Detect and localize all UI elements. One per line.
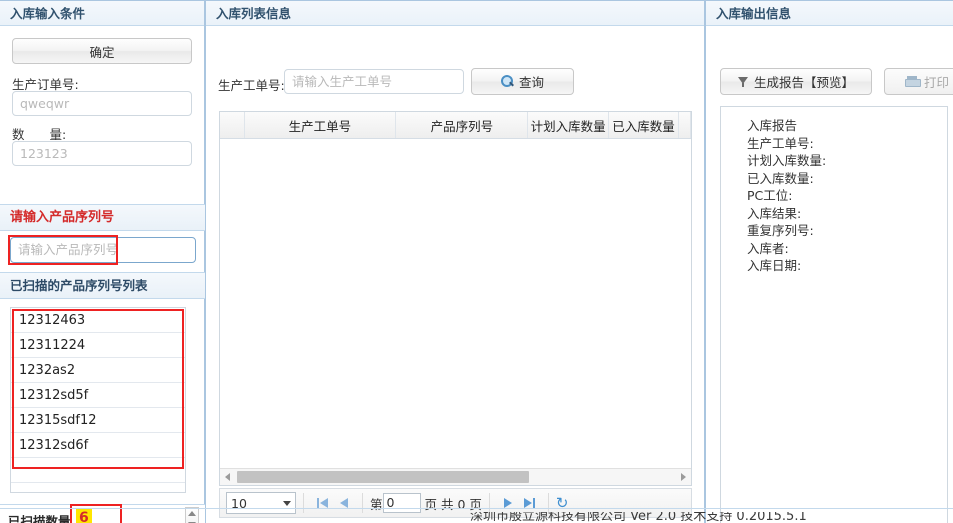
inbound-data-grid: 生产工单号 产品序列号 计划入库数量 已入库数量 xyxy=(219,111,692,486)
list-item[interactable]: 12311224 xyxy=(11,333,185,358)
list-item[interactable]: 12312463 xyxy=(11,308,185,333)
grid-column-header[interactable]: 计划入库数量 xyxy=(528,112,609,138)
grid-body[interactable] xyxy=(220,139,691,461)
spinner-up-icon[interactable] xyxy=(188,511,196,516)
report-line: 生产工单号: xyxy=(747,135,814,151)
scanned-count-label: 已扫描数量 xyxy=(8,514,71,523)
grid-column-header[interactable] xyxy=(220,112,245,138)
footer-text-inner: 深圳市殷立源科技有限公司 Ver 2.0 技术支持 0.2015.5.1 xyxy=(470,512,807,523)
query-button-label: 查询 xyxy=(518,75,544,90)
pager-divider-3 xyxy=(488,493,490,513)
funnel-icon xyxy=(737,76,749,87)
generate-report-label: 生成报告【预览】 xyxy=(753,75,854,90)
panel-inbound-input-conditions: 入库输入条件 确定 生产订单号: qweqwr 数 量: 123123 请输入产… xyxy=(0,0,205,523)
report-line: 计划入库数量: xyxy=(747,153,827,168)
prev-page-button[interactable] xyxy=(333,492,355,514)
pager-divider-2 xyxy=(362,493,363,513)
next-page-button[interactable] xyxy=(497,492,519,514)
last-page-button[interactable] xyxy=(519,492,541,514)
generate-report-button[interactable]: 生成报告【预览】 xyxy=(720,68,872,95)
panel-inbound-list-info: 入库列表信息 生产工单号: 请输入生产工单号 查询 生产工单号 产品序列号 计划入库… xyxy=(205,0,705,523)
pager-divider-1 xyxy=(303,493,304,513)
scanned-serial-list[interactable]: 12312463 12311224 1232as2 12312sd5f 12315sdf… xyxy=(10,307,186,493)
report-line: 重复序列号: xyxy=(747,223,814,238)
grid-column-header[interactable]: 产品序列号 xyxy=(396,112,529,138)
list-item[interactable]: 1232as2 xyxy=(11,358,185,383)
report-line: 入库日期: xyxy=(747,258,802,273)
first-page-button[interactable] xyxy=(311,492,333,514)
production-order-input[interactable]: qweqwr xyxy=(12,91,192,116)
query-button[interactable]: 查询 xyxy=(471,68,574,95)
grid-horizontal-scrollbar[interactable] xyxy=(220,468,691,485)
page-prefix-label: 第 xyxy=(370,496,383,512)
list-item[interactable]: 12312sd6f xyxy=(11,433,185,458)
left-panel-title: 入库输入条件 xyxy=(0,0,204,26)
scanned-list-header: 已扫描的产品序列号列表 xyxy=(0,272,205,299)
scroll-right-icon[interactable] xyxy=(676,470,691,485)
work-order-search-label: 生产工单号: xyxy=(218,78,285,93)
report-line: PC工位: xyxy=(747,188,793,203)
scroll-left-icon[interactable] xyxy=(220,470,235,485)
grid-column-header[interactable]: 已入库数量 xyxy=(609,112,680,138)
scanned-count-bar: 已扫描数量 6 xyxy=(0,504,205,523)
count-spinner[interactable] xyxy=(185,507,199,523)
report-line: 已入库数量: xyxy=(747,170,814,186)
confirm-button[interactable]: 确定 xyxy=(12,38,192,64)
quantity-input[interactable]: 123123 xyxy=(12,141,192,166)
page-divider xyxy=(0,508,953,509)
printer-icon xyxy=(904,76,921,87)
serial-prompt-header: 请输入产品序列号 xyxy=(0,204,205,231)
mid-panel-title: 入库列表信息 xyxy=(206,0,704,26)
scanned-count-value: 6 xyxy=(76,509,92,523)
report-line: 入库者: xyxy=(747,240,789,256)
right-panel-title: 入库输出信息 xyxy=(706,0,953,26)
report-text-area[interactable]: 入库报告生产工单号: 计划入库数量: 已入库数量: PC工位: 入库结果: 重复序列号: 入… xyxy=(720,106,948,523)
serial-input-wrapper: 请输入产品序列号 xyxy=(10,237,196,263)
report-line: 入库报告 xyxy=(747,118,798,133)
grid-column-header[interactable] xyxy=(679,112,691,138)
grid-column-header[interactable]: 生产工单号 xyxy=(245,112,397,138)
page-suffix-label: 页 共 0 页 xyxy=(424,496,482,512)
chevron-down-icon xyxy=(283,500,291,506)
page-size-select[interactable]: 10 xyxy=(226,492,296,514)
print-button[interactable]: 打印 xyxy=(884,68,953,95)
pager-divider-4 xyxy=(547,493,549,513)
work-order-search-input[interactable]: 请输入生产工单号 xyxy=(284,69,464,94)
panel-inbound-output-info: 入库输出信息 生成报告【预览】 打印 入库报告生产工单号: 计划入库数量: 已入库数… xyxy=(705,0,953,523)
report-line: 入库结果: xyxy=(747,205,802,221)
list-item xyxy=(11,458,185,483)
serial-number-input[interactable]: 请输入产品序列号 xyxy=(10,237,196,263)
list-item[interactable]: 12312sd5f xyxy=(11,383,185,408)
inbound-management-app: 入库输入条件 确定 生产订单号: qweqwr 数 量: 123123 请输入产… xyxy=(0,0,953,523)
page-number-input[interactable]: 0 xyxy=(382,493,421,513)
search-icon xyxy=(500,75,514,88)
list-item[interactable]: 12315sdf12 xyxy=(11,408,185,433)
refresh-icon[interactable]: ↻ xyxy=(556,494,569,512)
scrollbar-thumb[interactable] xyxy=(237,471,530,483)
print-button-label: 打印 xyxy=(923,75,949,90)
footer-text: 深圳市殷立源科技有限公司 Ver 2.0 技术支持 0.2015.5.1 xyxy=(470,512,953,523)
grid-header-row: 生产工单号 产品序列号 计划入库数量 已入库数量 xyxy=(220,112,691,139)
